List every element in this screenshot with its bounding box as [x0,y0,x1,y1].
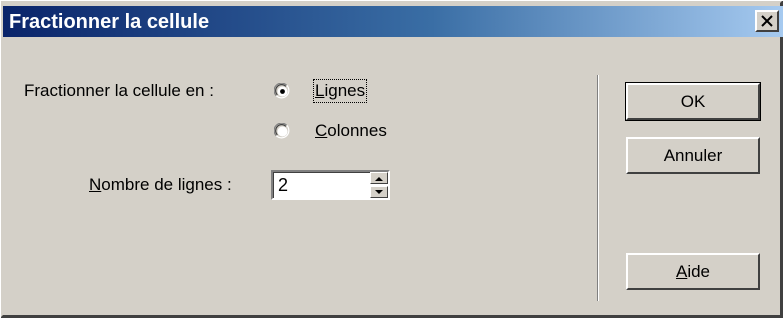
ok-button-label: OK [680,91,706,111]
arrow-up-icon [375,176,383,181]
radio-lignes-label[interactable]: Lignes [312,79,368,103]
spin-down-button[interactable] [370,186,388,198]
dialog-title: Fractionner la cellule [9,11,210,33]
close-button[interactable] [755,10,779,32]
row-count-label: Nombre de lignes : [89,175,232,194]
split-cell-dialog: Fractionner la cellule Fractionner la ce… [0,0,783,318]
radio-colonnes[interactable] [274,123,291,140]
cancel-button[interactable]: Annuler [626,137,760,174]
split-into-label: Fractionner la cellule en : [24,81,214,100]
ok-button[interactable]: OK [625,82,761,121]
title-bar[interactable]: Fractionner la cellule [3,6,783,37]
radio-colonnes-label[interactable]: Colonnes [315,121,387,141]
help-button-label: Aide [675,261,711,281]
radio-lignes-dot [280,89,285,94]
spin-up-button[interactable] [370,172,388,184]
row-count-input[interactable]: 2 [278,174,288,196]
close-icon [761,15,773,27]
row-count-stepper[interactable]: 2 [271,170,390,200]
arrow-down-icon [375,189,383,194]
vertical-separator [597,75,599,301]
cancel-button-label: Annuler [663,145,723,165]
help-button[interactable]: Aide [626,253,760,290]
radio-lignes[interactable] [274,83,291,100]
